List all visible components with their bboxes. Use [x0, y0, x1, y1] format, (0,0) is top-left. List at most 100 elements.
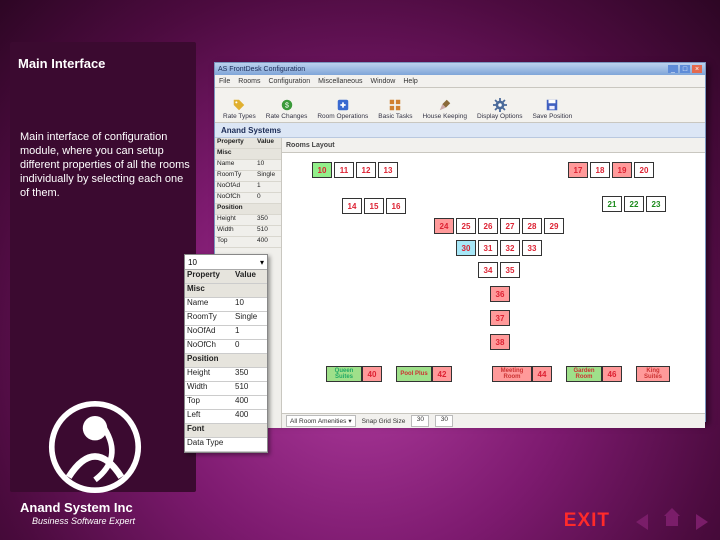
property-row: RoomTySingle [215, 171, 281, 182]
property-key: Top [185, 396, 233, 409]
property-key: NoOfCh [185, 340, 233, 353]
property-value[interactable]: 400 [233, 410, 267, 423]
room-box[interactable]: 10 [312, 162, 332, 178]
property-value[interactable]: 350 [233, 368, 267, 381]
prev-slide-icon[interactable] [636, 514, 648, 530]
toolbar-button[interactable]: Room Operations [313, 98, 372, 120]
property-value[interactable]: Single [255, 171, 281, 181]
property-row: RoomTySingle [185, 312, 267, 326]
property-key: Height [185, 368, 233, 381]
property-value[interactable]: 510 [233, 382, 267, 395]
room-box[interactable]: 35 [500, 262, 520, 278]
room-box[interactable]: 36 [490, 286, 510, 302]
toolbar-button[interactable]: Display Options [473, 98, 527, 120]
room-box[interactable]: 11 [334, 162, 354, 178]
snap-y-input[interactable]: 30 [435, 415, 453, 427]
property-value[interactable]: 350 [255, 215, 281, 225]
room-box[interactable]: 14 [342, 198, 362, 214]
room-box[interactable]: 38 [490, 334, 510, 350]
property-value[interactable]: 510 [255, 226, 281, 236]
room-box[interactable]: 23 [646, 196, 666, 212]
toolbar-button[interactable]: Save Position [528, 98, 576, 120]
amenities-filter[interactable]: All Room Amenities ▾ [286, 415, 356, 427]
room-box[interactable]: 29 [544, 218, 564, 234]
property-value[interactable]: 1 [233, 326, 267, 339]
room-box[interactable]: 27 [500, 218, 520, 234]
room-box[interactable]: 34 [478, 262, 498, 278]
home-icon[interactable] [664, 514, 680, 528]
room-box[interactable]: 13 [378, 162, 398, 178]
property-row: Font [185, 424, 267, 438]
section-box[interactable]: Pool Plus [396, 366, 432, 382]
property-row: Name10 [185, 298, 267, 312]
section-box[interactable]: King Suites [636, 366, 670, 382]
window-close-icon[interactable]: × [692, 65, 702, 73]
menu-item[interactable]: Configuration [268, 78, 310, 85]
property-row: Height350 [185, 368, 267, 382]
property-key: Data Type [185, 438, 233, 451]
room-box[interactable]: 42 [432, 366, 452, 382]
room-box[interactable]: 37 [490, 310, 510, 326]
room-box[interactable]: 26 [478, 218, 498, 234]
room-box[interactable]: 19 [612, 162, 632, 178]
window-minimize-icon[interactable]: _ [668, 65, 678, 73]
room-box[interactable]: 12 [356, 162, 376, 178]
room-box[interactable]: 20 [634, 162, 654, 178]
room-box[interactable]: 25 [456, 218, 476, 234]
toolbar-button[interactable]: Rate Types [219, 98, 260, 120]
property-key: NoOfAd [185, 326, 233, 339]
company-logo-icon [48, 400, 142, 494]
room-box[interactable]: 21 [602, 196, 622, 212]
room-box[interactable]: 22 [624, 196, 644, 212]
exit-button[interactable]: EXIT [564, 510, 610, 532]
property-key: Name [215, 160, 255, 170]
property-value[interactable]: 1 [255, 182, 281, 192]
property-row: Misc [215, 149, 281, 160]
menu-item[interactable]: Rooms [238, 78, 260, 85]
room-box[interactable]: 24 [434, 218, 454, 234]
property-key: RoomTy [215, 171, 255, 181]
toolbar-button[interactable]: House Keeping [418, 98, 470, 120]
property-value[interactable]: 0 [255, 193, 281, 203]
room-box[interactable]: 40 [362, 366, 382, 382]
room-box[interactable]: 30 [456, 240, 476, 256]
section-box[interactable]: Meeting Room [492, 366, 532, 382]
menu-item[interactable]: File [219, 78, 230, 85]
property-value[interactable] [233, 438, 267, 451]
snap-x-input[interactable]: 30 [411, 415, 429, 427]
room-box[interactable]: 31 [478, 240, 498, 256]
room-box[interactable]: 46 [602, 366, 622, 382]
selected-room[interactable]: 10 [188, 258, 197, 267]
panel-col-value: Value [255, 138, 281, 148]
property-value[interactable]: Single [233, 312, 267, 325]
property-value[interactable]: 10 [233, 298, 267, 311]
menu-item[interactable]: Help [403, 78, 417, 85]
room-box[interactable]: 33 [522, 240, 542, 256]
room-box[interactable]: 18 [590, 162, 610, 178]
property-row: Position [215, 204, 281, 215]
room-box[interactable]: 44 [532, 366, 552, 382]
section-box[interactable]: Queen Suites [326, 366, 362, 382]
chevron-down-icon[interactable]: ▾ [260, 258, 264, 267]
toolbar-button[interactable]: $Rate Changes [262, 98, 312, 120]
room-box[interactable]: 15 [364, 198, 384, 214]
rooms-canvas[interactable]: Rooms Layout All Room Amenities ▾ Snap G… [282, 138, 705, 428]
company-name: Anand System Inc [20, 500, 133, 515]
menu-item[interactable]: Miscellaneous [318, 78, 362, 85]
room-box[interactable]: 17 [568, 162, 588, 178]
section-box[interactable]: Garden Room [566, 366, 602, 382]
room-box[interactable]: 16 [386, 198, 406, 214]
window-maximize-icon[interactable]: □ [680, 65, 690, 73]
property-value[interactable]: 0 [233, 340, 267, 353]
property-value[interactable]: 400 [255, 237, 281, 247]
property-key: Font [185, 424, 233, 437]
menubar: File Rooms Configuration Miscellaneous Windo… [215, 75, 705, 88]
property-value[interactable]: 10 [255, 160, 281, 170]
menu-item[interactable]: Window [370, 78, 395, 85]
room-box[interactable]: 32 [500, 240, 520, 256]
room-box[interactable]: 28 [522, 218, 542, 234]
property-value[interactable]: 400 [233, 396, 267, 409]
property-key: Top [215, 237, 255, 247]
toolbar-button[interactable]: Basic Tasks [374, 98, 416, 120]
next-slide-icon[interactable] [696, 514, 708, 530]
